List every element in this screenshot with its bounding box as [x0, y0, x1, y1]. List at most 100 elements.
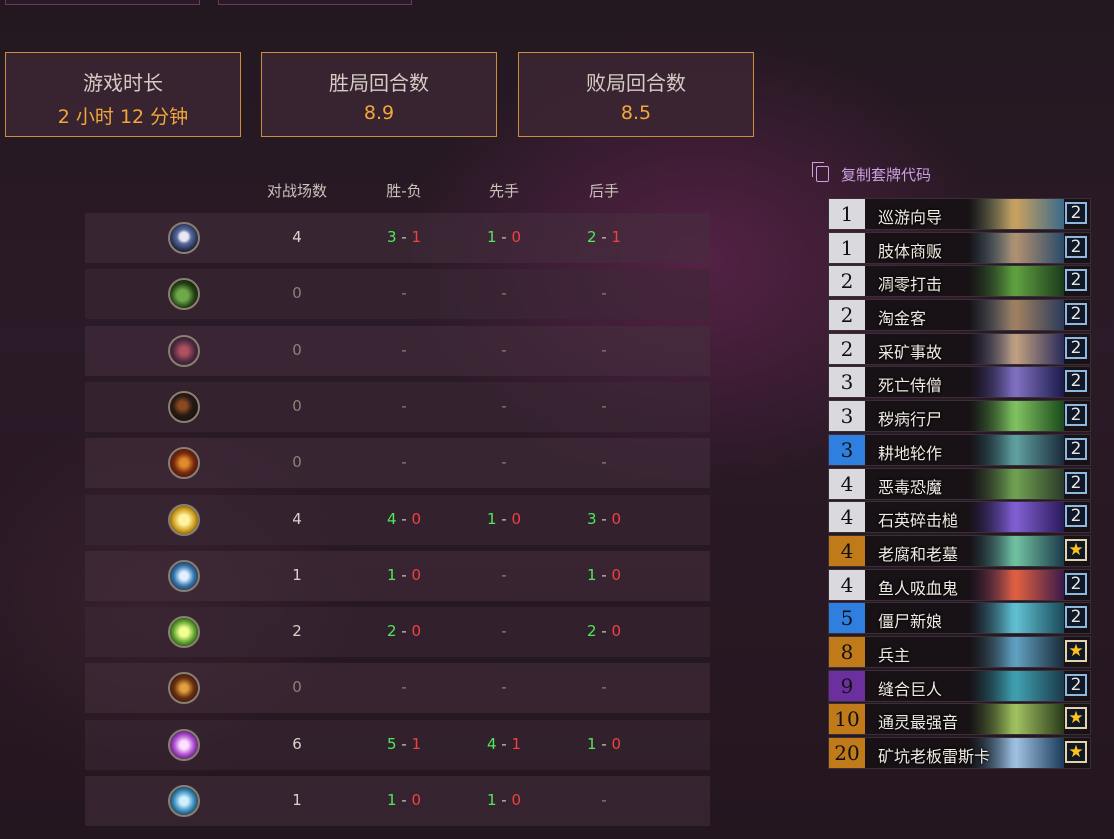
card-name: 凋零打击 — [878, 275, 943, 295]
deck-card[interactable]: 3 耕地轮作 2 — [828, 433, 1091, 466]
win-loss-cell: 1 - 0 — [386, 565, 422, 584]
deck-card[interactable]: 4 恶毒恐魔 2 — [828, 467, 1091, 500]
header-second: 后手 — [588, 182, 619, 200]
games-count: 0 — [292, 678, 302, 697]
games-count: 0 — [292, 284, 302, 303]
card-name: 石英碎击槌 — [878, 511, 959, 531]
games-count: 2 — [292, 622, 302, 641]
stat-value: 2 小时 12 分钟 — [57, 106, 189, 128]
demon-hunter-class-icon — [168, 728, 200, 761]
card-name: 鱼人吸血鬼 — [878, 578, 959, 598]
card-count: 2 — [1065, 437, 1087, 460]
deck-card[interactable]: 1 肢体商贩 2 — [828, 231, 1091, 264]
deck-card[interactable]: 2 凋零打击 2 — [828, 265, 1091, 298]
games-count: 4 — [292, 228, 302, 246]
card-cost: 4 — [829, 468, 865, 499]
second-cell: 1 - 0 — [586, 734, 622, 753]
games-count: 0 — [292, 396, 302, 415]
card-count: 2 — [1065, 505, 1087, 528]
header-first: 先手 — [488, 182, 519, 200]
first-cell: 1 - 0 — [486, 228, 522, 246]
card-cost: 2 — [829, 333, 865, 364]
games-count: 0 — [292, 453, 302, 472]
first-cell: - — [501, 284, 507, 303]
top-tab-right[interactable] — [218, 0, 412, 5]
deck-card[interactable]: 2 淘金客 2 — [828, 299, 1091, 332]
win-loss-cell: - — [401, 396, 407, 415]
card-name: 缝合巨人 — [878, 679, 943, 699]
card-art — [969, 401, 1064, 432]
second-cell: - — [601, 791, 607, 809]
card-cost: 2 — [829, 266, 865, 297]
card-art — [969, 569, 1064, 600]
copy-deck-code-button[interactable]: 复制套牌代码 — [812, 162, 931, 185]
card-count: 2 — [1065, 606, 1087, 629]
rogue-class-icon — [168, 390, 200, 423]
deck-card[interactable]: 3 死亡侍僧 2 — [828, 366, 1091, 399]
deck-card[interactable]: 8 兵主 ★ — [828, 635, 1091, 668]
table-row: 0 - - - — [85, 325, 710, 376]
warrior-class-icon — [168, 672, 200, 705]
stat-label: 胜局回合数 — [329, 71, 429, 95]
deck-card[interactable]: 2 采矿事故 2 — [828, 332, 1091, 365]
card-art — [969, 232, 1064, 263]
card-cost: 3 — [829, 367, 865, 398]
deck-card[interactable]: 9 缝合巨人 2 — [828, 669, 1091, 702]
card-count: 2 — [1065, 235, 1087, 258]
druid-class-icon — [168, 278, 200, 311]
second-cell: 2 - 1 — [586, 228, 622, 246]
card-name: 通灵最强音 — [878, 713, 959, 733]
games-count: 0 — [292, 340, 302, 359]
card-art — [969, 434, 1064, 465]
card-name: 僵尸新娘 — [878, 612, 943, 632]
games-count: 4 — [292, 509, 302, 528]
card-cost: 3 — [829, 401, 865, 432]
table-row: 4 3 - 1 1 - 0 2 - 1 — [85, 213, 710, 263]
win-loss-cell: - — [401, 453, 407, 472]
paladin-class-icon — [168, 222, 200, 254]
card-cost: 10 — [829, 704, 865, 735]
card-cost: 5 — [829, 603, 865, 634]
deck-card[interactable]: 3 秽病行尸 2 — [828, 400, 1091, 433]
stat-loss-turns: 败局回合数 8.5 — [518, 52, 754, 137]
card-name: 兵主 — [878, 645, 911, 665]
deck-card[interactable]: 4 石英碎击槌 2 — [828, 501, 1091, 534]
first-cell: 1 - 0 — [486, 509, 522, 528]
card-cost: 20 — [829, 738, 865, 768]
first-cell: 1 - 0 — [486, 791, 522, 809]
card-count: 2 — [1065, 336, 1087, 359]
first-cell: - — [501, 396, 507, 415]
deck-card[interactable]: 4 鱼人吸血鬼 2 — [828, 568, 1091, 601]
top-tab-left[interactable] — [5, 0, 200, 5]
deck-card[interactable]: 1 巡游向导 2 — [828, 198, 1091, 230]
win-loss-cell: - — [401, 678, 407, 697]
card-count: 2 — [1065, 202, 1087, 224]
first-cell: - — [501, 565, 507, 584]
deck-card[interactable]: 10 通灵最强音 ★ — [828, 703, 1091, 736]
deck-card[interactable]: 20 矿坑老板雷斯卡 ★ — [828, 737, 1091, 769]
mage-class-icon — [168, 559, 200, 592]
deck-card[interactable]: 5 僵尸新娘 2 — [828, 602, 1091, 635]
card-art — [969, 535, 1064, 566]
card-name: 恶毒恐魔 — [878, 477, 943, 497]
card-art — [969, 266, 1064, 297]
first-cell: - — [501, 678, 507, 697]
card-count: 2 — [1065, 269, 1087, 292]
legendary-star-icon: ★ — [1065, 538, 1087, 561]
win-loss-cell: 4 - 0 — [386, 509, 422, 528]
table-row: 1 1 - 0 1 - 0 - — [85, 776, 710, 826]
header-win-loss: 胜-负 — [386, 182, 422, 200]
card-count: 2 — [1065, 370, 1087, 393]
win-loss-cell: - — [401, 340, 407, 359]
card-name: 肢体商贩 — [878, 241, 943, 261]
card-art — [969, 300, 1064, 331]
second-cell: - — [601, 340, 607, 359]
card-cost: 2 — [829, 300, 865, 331]
deck-card[interactable]: 4 老腐和老墓 ★ — [828, 534, 1091, 567]
second-cell: - — [601, 678, 607, 697]
table-row: 4 4 - 0 1 - 0 3 - 0 — [85, 494, 710, 545]
table-row: 6 5 - 1 4 - 1 1 - 0 — [85, 719, 710, 770]
legendary-star-icon: ★ — [1065, 707, 1087, 730]
win-loss-cell: 2 - 0 — [386, 622, 422, 641]
card-cost: 4 — [829, 502, 865, 533]
